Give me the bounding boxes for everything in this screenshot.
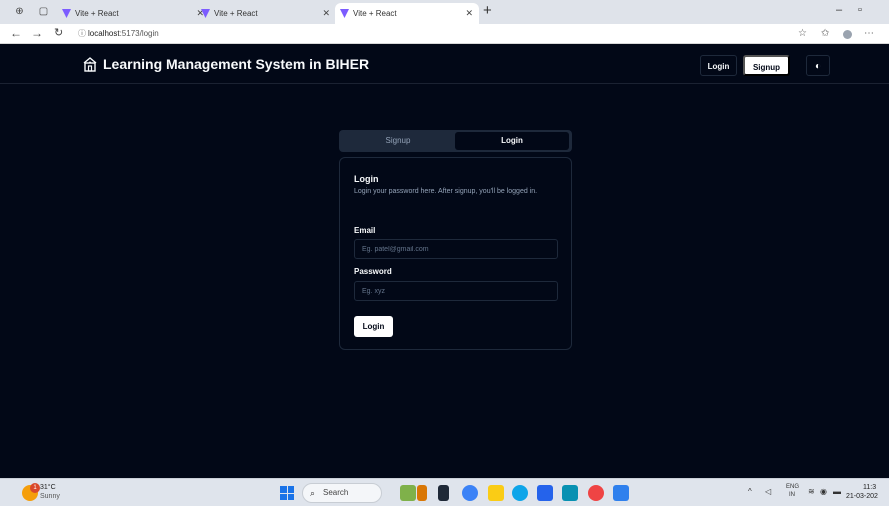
weather-temp: 31°C: [40, 484, 56, 491]
url-host: localhost: [88, 29, 120, 38]
url-input[interactable]: ⓘ localhost:5173/login: [78, 27, 818, 41]
app-header: Learning Management System in BIHER Logi…: [0, 44, 889, 84]
new-tab-icon[interactable]: +: [483, 2, 492, 19]
copilot-icon[interactable]: [400, 485, 416, 501]
weather-condition: Sunny: [40, 493, 60, 500]
favorite-star-icon[interactable]: ☆: [798, 28, 807, 39]
vite-logo-icon: [62, 9, 71, 18]
password-label: Password: [354, 267, 392, 276]
url-path: :5173/login: [119, 29, 159, 38]
browser-tab[interactable]: Vite + React ✕: [196, 3, 336, 24]
browser-tab-title: Vite + React: [353, 9, 397, 18]
close-tab-icon[interactable]: ✕: [465, 3, 473, 24]
windows-start-icon[interactable]: [280, 486, 294, 500]
search-icon: ⌕: [310, 488, 316, 498]
taskbar-search-label: Search: [323, 488, 349, 497]
tab-login[interactable]: Login: [455, 132, 569, 150]
email-label: Email: [354, 226, 376, 235]
site-info-icon[interactable]: ⓘ: [78, 27, 86, 41]
weather-sun-icon[interactable]: 1: [22, 483, 40, 501]
back-icon[interactable]: ←: [10, 26, 22, 40]
vite-logo-icon: [201, 9, 210, 18]
header-signup-button[interactable]: Signup: [743, 55, 790, 76]
tab-actions-icon[interactable]: ▢: [38, 6, 49, 17]
card-description: Login your password here. After signup, …: [354, 188, 538, 195]
volume-icon[interactable]: ◉: [820, 487, 827, 496]
store-icon[interactable]: [537, 485, 553, 501]
taskbar: 1 31°C Sunny ⌕ Search ^ ◁ ENG IN ≋ ◉ ▬ 1…: [0, 478, 889, 506]
forward-icon[interactable]: →: [31, 26, 43, 40]
browser-tab-title: Vite + React: [214, 9, 258, 18]
browser-tab-active[interactable]: Vite + React ✕: [335, 3, 479, 24]
clock-date[interactable]: 21-03-202: [846, 493, 878, 500]
theme-toggle-icon: ◐: [814, 61, 822, 72]
weather-badge: 1: [30, 483, 40, 493]
login-submit-button[interactable]: Login: [354, 316, 393, 337]
tab-signup[interactable]: Signup: [341, 132, 455, 150]
card-title: Login: [354, 174, 379, 184]
restore-icon[interactable]: ▫: [858, 4, 862, 16]
teams-icon[interactable]: [562, 485, 578, 501]
widgets-icon[interactable]: [438, 485, 449, 501]
password-field[interactable]: [354, 281, 558, 301]
more-options-icon[interactable]: ⋯: [864, 28, 874, 39]
wifi-icon[interactable]: ≋: [808, 487, 815, 496]
vite-logo-icon: [340, 9, 349, 18]
browser-tab-title: Vite + React: [75, 9, 119, 18]
brand: Learning Management System in BIHER: [82, 55, 369, 73]
login-card: Login Login your password here. After si…: [339, 157, 572, 350]
task-view-icon[interactable]: [417, 485, 427, 501]
language-bottom[interactable]: IN: [789, 492, 795, 498]
address-bar: ← → ↻ ⓘ localhost:5173/login ☆ ✩ ⋯: [0, 24, 889, 44]
edge-browser-icon[interactable]: [512, 485, 528, 501]
file-explorer-icon[interactable]: [488, 485, 504, 501]
app-title: Learning Management System in BIHER: [103, 56, 370, 72]
close-tab-icon[interactable]: ✕: [322, 3, 330, 24]
favorites-icon[interactable]: ✩: [821, 28, 829, 39]
location-icon[interactable]: ◁: [765, 487, 771, 496]
chrome-icon[interactable]: [588, 485, 604, 501]
email-field[interactable]: [354, 239, 558, 259]
browser-tab[interactable]: Vite + React ✕: [57, 3, 210, 24]
battery-icon[interactable]: ▬: [833, 487, 841, 496]
clock-time[interactable]: 11:3: [863, 484, 876, 491]
school-icon: [83, 57, 97, 72]
workspaces-icon[interactable]: ⊕: [14, 6, 25, 17]
show-hidden-icons-icon[interactable]: ^: [748, 487, 752, 496]
theme-toggle-button[interactable]: ◐: [806, 55, 830, 76]
taskbar-search[interactable]: ⌕ Search: [302, 483, 382, 503]
auth-tabs: Signup Login: [339, 130, 572, 152]
vscode-icon[interactable]: [613, 485, 629, 501]
minimize-icon[interactable]: –: [836, 4, 842, 16]
photos-icon[interactable]: [462, 485, 478, 501]
browser-tab-bar: ⊕ ▢ Vite + React ✕ Vite + React ✕ Vite +…: [0, 0, 889, 24]
profile-icon[interactable]: [843, 30, 852, 39]
language-top[interactable]: ENG: [786, 484, 799, 490]
header-login-button[interactable]: Login: [700, 55, 737, 76]
reload-icon[interactable]: ↻: [54, 26, 63, 39]
